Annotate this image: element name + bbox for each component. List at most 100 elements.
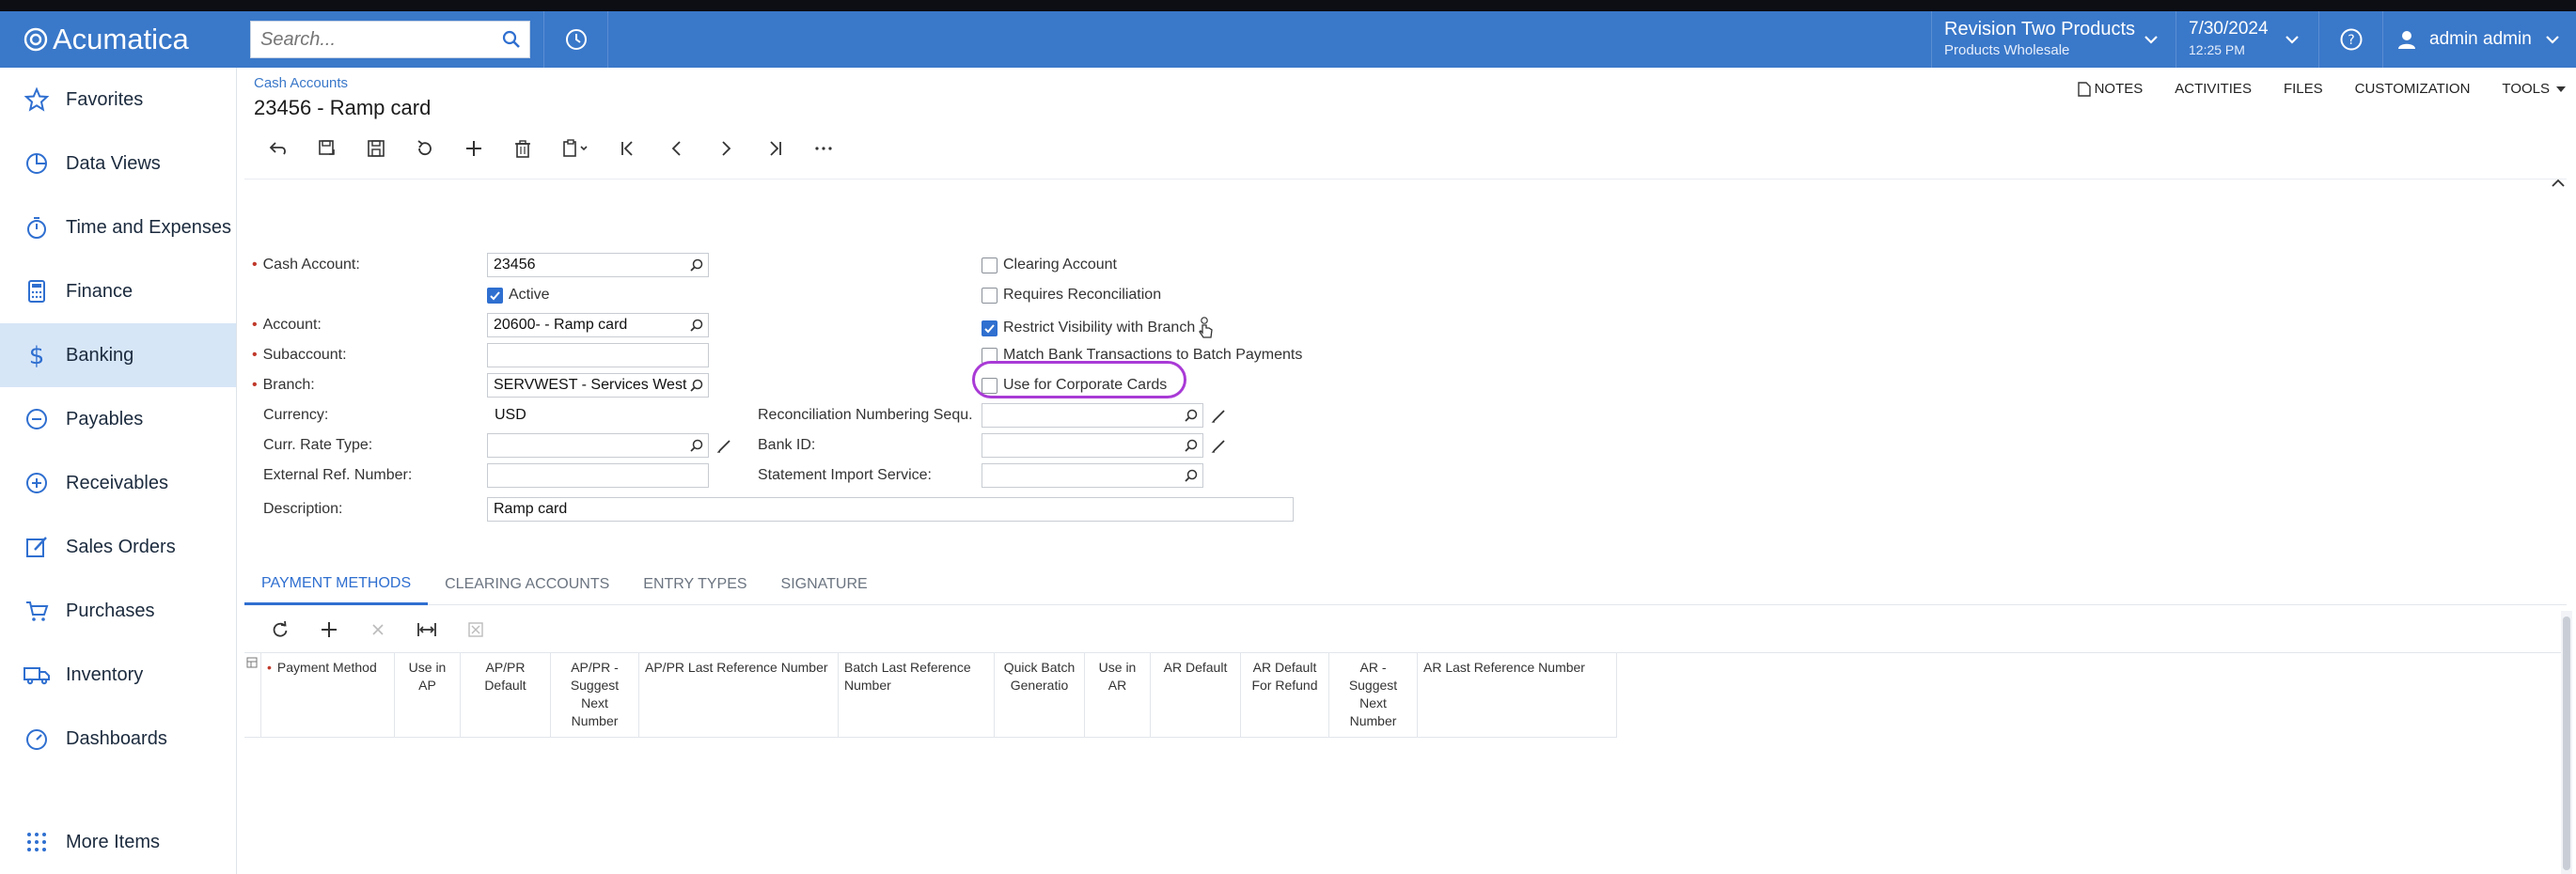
sidebar-item-receivables[interactable]: Receivables (0, 451, 236, 515)
delete-button[interactable] (498, 130, 547, 167)
recent-history-button[interactable] (543, 11, 609, 68)
row-selector-header[interactable] (244, 653, 261, 738)
sidebar-item-favorites[interactable]: Favorites (0, 68, 236, 132)
sidebar-item-banking[interactable]: $ Banking (0, 323, 236, 387)
checkbox-box[interactable] (982, 320, 997, 336)
sidebar-item-payables[interactable]: Payables (0, 387, 236, 451)
help-button[interactable]: ? (2328, 21, 2375, 58)
tools-link[interactable]: TOOLS (2502, 81, 2567, 97)
cancel-button[interactable] (401, 130, 449, 167)
search-icon[interactable] (501, 29, 522, 50)
statement-import-field[interactable] (982, 463, 1203, 488)
column-header[interactable]: Quick Batch Generatio (995, 653, 1085, 738)
column-header[interactable]: AR - Suggest Next Number (1329, 653, 1418, 738)
page-title: 23456 - Ramp card (254, 96, 432, 119)
last-record-button[interactable] (750, 130, 799, 167)
bank-id-field[interactable] (982, 433, 1203, 458)
cash-account-field[interactable]: 23456 (487, 253, 709, 277)
sidebar-item-time-and-expenses[interactable]: Time and Expenses (0, 195, 236, 259)
statement-import-label: Statement Import Service: (758, 467, 932, 483)
column-header[interactable]: Use in AR (1085, 653, 1151, 738)
next-record-button[interactable] (701, 130, 750, 167)
checkbox-box[interactable] (982, 287, 997, 304)
refresh-button[interactable] (256, 615, 305, 645)
copy-paste-button[interactable] (547, 130, 604, 167)
column-header[interactable]: AP/PR - Suggest Next Number (551, 653, 639, 738)
sidebar-item-purchases[interactable]: Purchases (0, 579, 236, 643)
subaccount-field[interactable] (487, 343, 709, 367)
column-header[interactable]: • Payment Method (261, 653, 395, 738)
edit-pencil-icon[interactable] (716, 437, 733, 454)
external-ref-field[interactable] (487, 463, 709, 488)
clearing-account-checkbox[interactable]: Clearing Account (982, 257, 1117, 273)
branch-selector[interactable]: Revision Two Products Products Wholesale (1944, 19, 2160, 62)
column-header[interactable]: AR Default For Refund (1241, 653, 1329, 738)
lookup-icon[interactable] (689, 378, 704, 393)
column-header[interactable]: Batch Last Reference Number (839, 653, 995, 738)
requires-reconciliation-checkbox[interactable]: Requires Reconciliation (982, 287, 1161, 304)
notes-link[interactable]: NOTES (2077, 81, 2143, 97)
app-logo[interactable]: Acumatica (23, 21, 189, 58)
sidebar-item-sales-orders[interactable]: Sales Orders (0, 515, 236, 579)
lookup-icon[interactable] (1184, 408, 1199, 423)
lookup-icon[interactable] (689, 438, 704, 453)
first-record-button[interactable] (604, 130, 652, 167)
edit-pencil-icon[interactable] (1211, 407, 1228, 424)
account-value: 20600- - Ramp card (494, 317, 628, 333)
tab-payment-methods[interactable]: PAYMENT METHODS (244, 564, 429, 605)
tab-clearing-accounts[interactable]: CLEARING ACCOUNTS (428, 564, 626, 605)
plus-icon (466, 141, 481, 156)
add-row-button[interactable] (305, 615, 353, 645)
recon-numbering-field[interactable] (982, 403, 1203, 428)
main-content: Cash Accounts 23456 - Ramp card NOTES AC… (237, 68, 2576, 874)
column-header[interactable]: Use in AP (395, 653, 461, 738)
sidebar-item-more-items[interactable]: More Items (0, 810, 237, 874)
currency-label: Currency: (263, 407, 329, 423)
files-link[interactable]: FILES (2284, 81, 2323, 97)
fit-columns-button[interactable] (402, 615, 451, 645)
acumatica-logo-icon (24, 27, 48, 52)
column-header[interactable]: AR Last Reference Number (1418, 653, 1617, 738)
previous-record-button[interactable] (652, 130, 701, 167)
search-box[interactable] (250, 21, 530, 58)
restrict-visibility-checkbox[interactable]: Restrict Visibility with Branch (982, 317, 1216, 339)
more-actions-button[interactable] (799, 130, 848, 167)
save-and-close-button[interactable] (303, 130, 352, 167)
revert-icon (417, 140, 432, 156)
search-input[interactable] (251, 22, 477, 57)
vertical-scrollbar[interactable] (2561, 611, 2572, 874)
edit-pencil-icon[interactable] (1211, 437, 1228, 454)
lookup-icon[interactable] (689, 258, 704, 273)
account-field[interactable]: 20600- - Ramp card (487, 313, 709, 337)
activities-link[interactable]: ACTIVITIES (2175, 81, 2252, 97)
back-button[interactable] (254, 130, 303, 167)
tab-signature[interactable]: SIGNATURE (764, 564, 885, 605)
customization-link[interactable]: CUSTOMIZATION (2355, 81, 2471, 97)
branch-field[interactable]: SERVWEST - Services West (487, 373, 709, 398)
curr-rate-type-field[interactable] (487, 433, 709, 458)
checkbox-box[interactable] (982, 257, 997, 273)
breadcrumb[interactable]: Cash Accounts (254, 75, 348, 91)
lookup-icon[interactable] (689, 318, 704, 333)
column-header[interactable]: AR Default (1151, 653, 1241, 738)
sidebar-item-finance[interactable]: Finance (0, 259, 236, 323)
save-button[interactable] (352, 130, 401, 167)
business-date-selector[interactable]: 7/30/2024 12:25 PM (2189, 19, 2301, 62)
sidebar-item-data-views[interactable]: Data Views (0, 132, 236, 195)
lookup-icon[interactable] (1184, 438, 1199, 453)
tab-entry-types[interactable]: ENTRY TYPES (626, 564, 763, 605)
sidebar-item-inventory[interactable]: Inventory (0, 643, 236, 707)
user-menu[interactable]: admin admin (2395, 21, 2574, 58)
column-header[interactable]: AP/PR Default (461, 653, 551, 738)
column-header[interactable]: AP/PR Last Reference Number (639, 653, 839, 738)
plus-icon (322, 622, 337, 637)
sidebar-item-dashboards[interactable]: Dashboards (0, 707, 236, 771)
add-button[interactable] (449, 130, 498, 167)
active-checkbox[interactable]: Active (487, 287, 550, 304)
checkbox-box[interactable] (487, 287, 503, 304)
description-field[interactable]: Ramp card (487, 497, 1294, 522)
export-excel-button[interactable] (451, 615, 500, 645)
delete-row-button[interactable] (353, 615, 402, 645)
lookup-icon[interactable] (1184, 468, 1199, 483)
scrollbar-thumb[interactable] (2563, 616, 2570, 870)
